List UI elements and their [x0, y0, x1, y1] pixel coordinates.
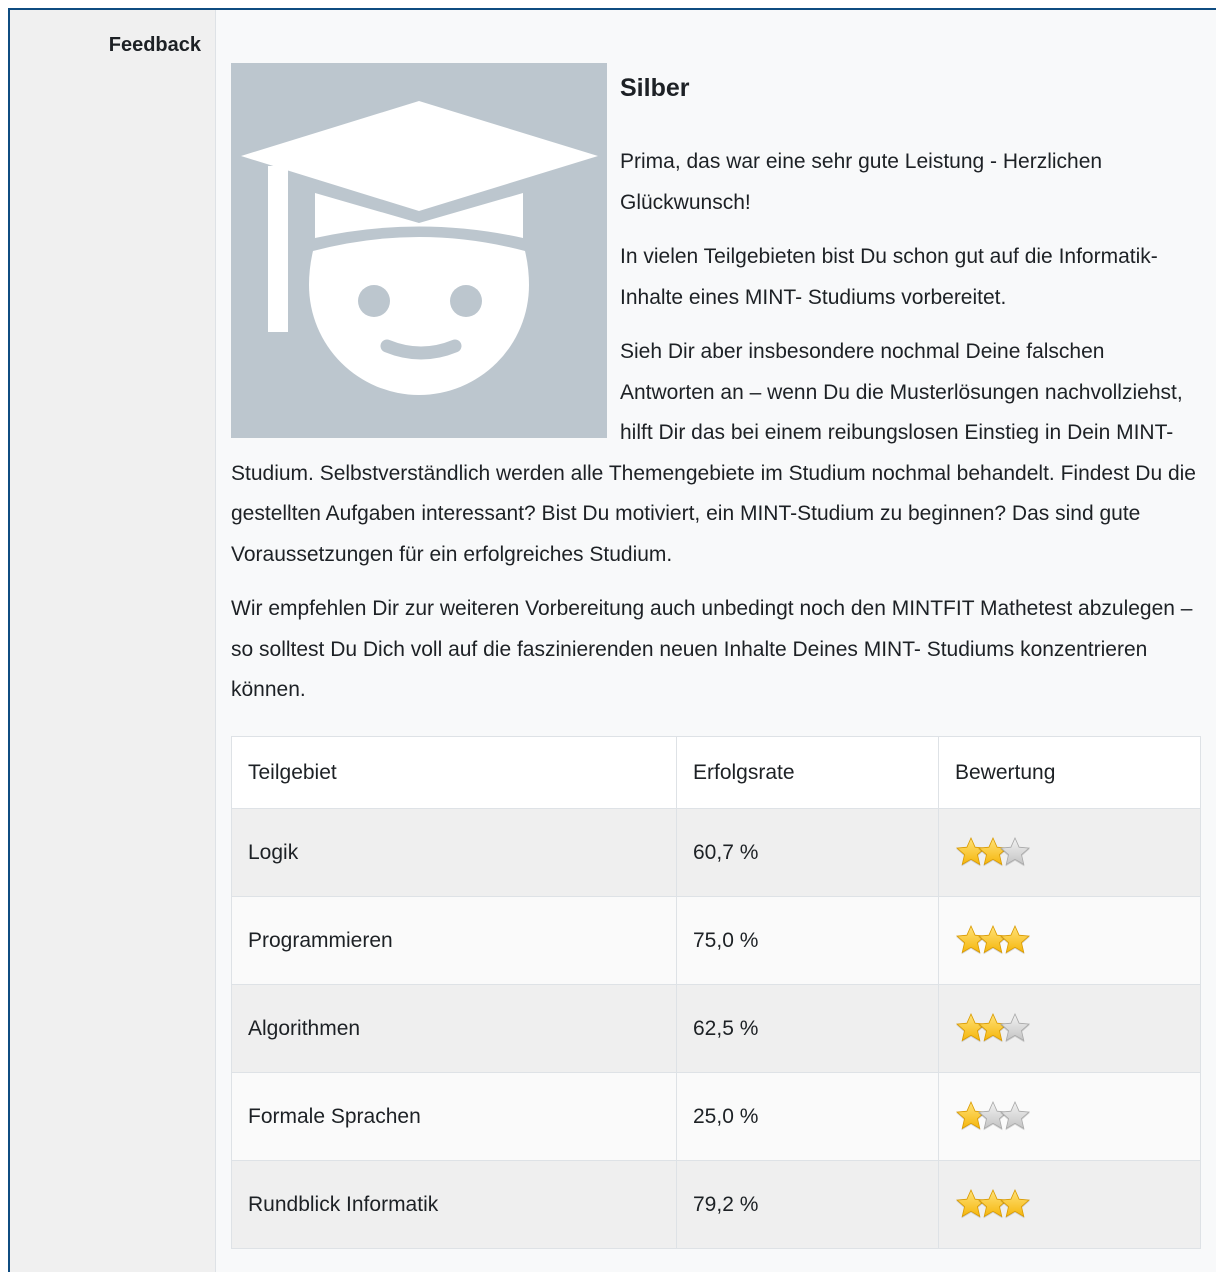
table-row: Programmieren 75,0 %	[231, 896, 1201, 985]
star-rating	[955, 920, 1030, 960]
header-erfolgsrate: Erfolgsrate	[676, 736, 939, 809]
label-column: Feedback	[10, 10, 216, 1272]
star-rating	[955, 1008, 1030, 1048]
erfolgsrate-cell: 25,0 %	[676, 1072, 939, 1161]
teilgebiet-cell: Programmieren	[231, 896, 677, 985]
erfolgsrate-cell: 62,5 %	[676, 984, 939, 1073]
feedback-label: Feedback	[108, 34, 201, 56]
teilgebiet-cell: Formale Sprachen	[231, 1072, 677, 1161]
bewertung-cell	[938, 808, 1201, 897]
erfolgsrate-cell: 79,2 %	[676, 1160, 939, 1249]
table-row: Algorithmen 62,5 %	[231, 984, 1201, 1073]
teilgebiet-cell: Rundblick Informatik	[231, 1160, 677, 1249]
gold-star-icon	[999, 1188, 1031, 1220]
star-rating	[955, 1184, 1030, 1224]
silver-star-icon	[999, 1012, 1031, 1044]
header-bewertung: Bewertung	[938, 736, 1201, 809]
star-rating	[955, 832, 1030, 872]
silver-star-icon	[999, 836, 1031, 868]
feedback-paragraph: Wir empfehlen Dir zur weiteren Vorbereit…	[231, 597, 1193, 701]
erfolgsrate-cell: 75,0 %	[676, 896, 939, 985]
header-teilgebiet: Teilgebiet	[231, 736, 677, 809]
bewertung-cell	[938, 984, 1201, 1073]
teilgebiet-cell: Logik	[231, 808, 677, 897]
bewertung-cell	[938, 896, 1201, 985]
gold-star-icon	[999, 924, 1031, 956]
teilgebiet-cell: Algorithmen	[231, 984, 677, 1073]
bewertung-cell	[938, 1072, 1201, 1161]
feedback-content: Silber Prima, das war eine sehr gute Lei…	[231, 10, 1203, 1272]
erfolgsrate-cell: 60,7 %	[676, 808, 939, 897]
feedback-text: Silber Prima, das war eine sehr gute Lei…	[231, 63, 1203, 725]
table-header-row: Teilgebiet Erfolgsrate Bewertung	[231, 736, 1201, 809]
table-row: Logik 60,7 %	[231, 808, 1201, 897]
bewertung-cell	[938, 1160, 1201, 1249]
feedback-section: Feedback Silber Prima, das war eine sehr…	[8, 8, 1216, 1272]
silver-star-icon	[999, 1100, 1031, 1132]
table-row: Formale Sprachen 25,0 %	[231, 1072, 1201, 1161]
star-rating	[955, 1096, 1030, 1136]
table-row: Rundblick Informatik 79,2 %	[231, 1160, 1201, 1249]
results-table: Teilgebiet Erfolgsrate Bewertung Logik 6…	[231, 736, 1201, 1249]
